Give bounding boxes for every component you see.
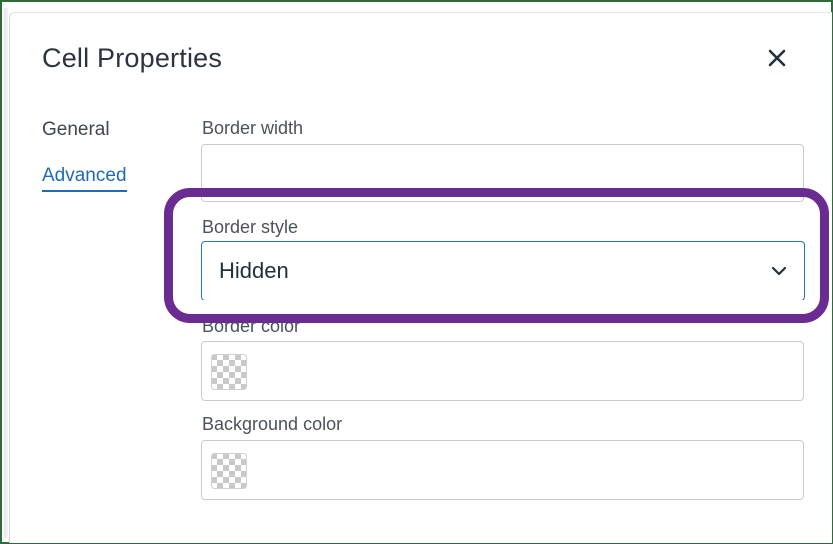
cell-properties-dialog: Cell Properties General Advanced Border … xyxy=(9,12,832,543)
label-occluder xyxy=(200,300,820,314)
border-width-input[interactable] xyxy=(201,144,804,202)
border-style-select[interactable]: Hidden xyxy=(201,241,805,301)
close-button[interactable] xyxy=(762,43,792,73)
border-color-label: Border color xyxy=(202,316,301,336)
chevron-down-icon xyxy=(771,266,787,276)
background-color-input[interactable] xyxy=(201,440,804,500)
border-color-input[interactable] xyxy=(201,341,804,401)
border-style-value: Hidden xyxy=(219,258,289,283)
border-width-label: Border width xyxy=(202,118,304,138)
transparent-swatch-icon[interactable] xyxy=(211,354,247,390)
close-icon xyxy=(768,49,786,67)
border-style-label: Border style xyxy=(202,217,299,237)
tab-general[interactable]: General xyxy=(42,119,110,141)
tab-advanced[interactable]: Advanced xyxy=(42,165,127,192)
background-color-label: Background color xyxy=(202,414,343,434)
dialog-title: Cell Properties xyxy=(42,43,223,73)
transparent-swatch-icon[interactable] xyxy=(211,453,247,489)
background-page-edge xyxy=(4,8,8,538)
